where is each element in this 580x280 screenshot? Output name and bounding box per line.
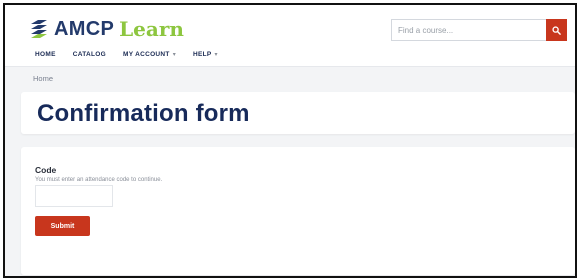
site-logo[interactable]: AMCP Learn — [29, 15, 184, 43]
nav-item-label: HELP — [193, 51, 212, 58]
site-header: AMCP Learn HOME CATALOG MY ACCOUNT ▾ — [5, 5, 575, 67]
logo-stripes-icon — [31, 20, 47, 38]
confirmation-form: Code You must enter an attendance code t… — [21, 147, 575, 275]
main-nav: HOME CATALOG MY ACCOUNT ▾ HELP ▾ — [35, 51, 235, 58]
code-input[interactable] — [35, 185, 113, 207]
nav-item-catalog[interactable]: CATALOG — [73, 51, 106, 58]
logo-text-learn: Learn — [119, 17, 184, 41]
nav-item-label: MY ACCOUNT — [122, 51, 170, 58]
search-input[interactable] — [391, 19, 546, 41]
chevron-down-icon: ▾ — [172, 52, 176, 58]
code-hint: You must enter an attendance code to con… — [35, 177, 163, 183]
browser-frame: AMCP Learn HOME CATALOG MY ACCOUNT ▾ — [3, 3, 577, 278]
breadcrumb-home[interactable]: Home — [33, 74, 53, 83]
nav-item-help[interactable]: HELP ▾ — [193, 51, 218, 58]
nav-item-home[interactable]: HOME — [35, 51, 56, 58]
submit-button[interactable]: Submit — [35, 216, 90, 236]
page-title: Confirmation form — [37, 100, 250, 127]
nav-item-label: CATALOG — [72, 51, 106, 58]
nav-item-my-account[interactable]: MY ACCOUNT ▾ — [123, 51, 176, 58]
nav-item-label: HOME — [35, 51, 56, 58]
title-card: Confirmation form — [21, 92, 575, 134]
logo-text-amcp: AMCP — [54, 17, 115, 40]
search-button[interactable] — [546, 19, 567, 41]
course-search — [391, 19, 568, 41]
search-icon — [552, 25, 561, 35]
chevron-down-icon: ▾ — [214, 52, 218, 58]
code-label: Code — [35, 165, 57, 175]
